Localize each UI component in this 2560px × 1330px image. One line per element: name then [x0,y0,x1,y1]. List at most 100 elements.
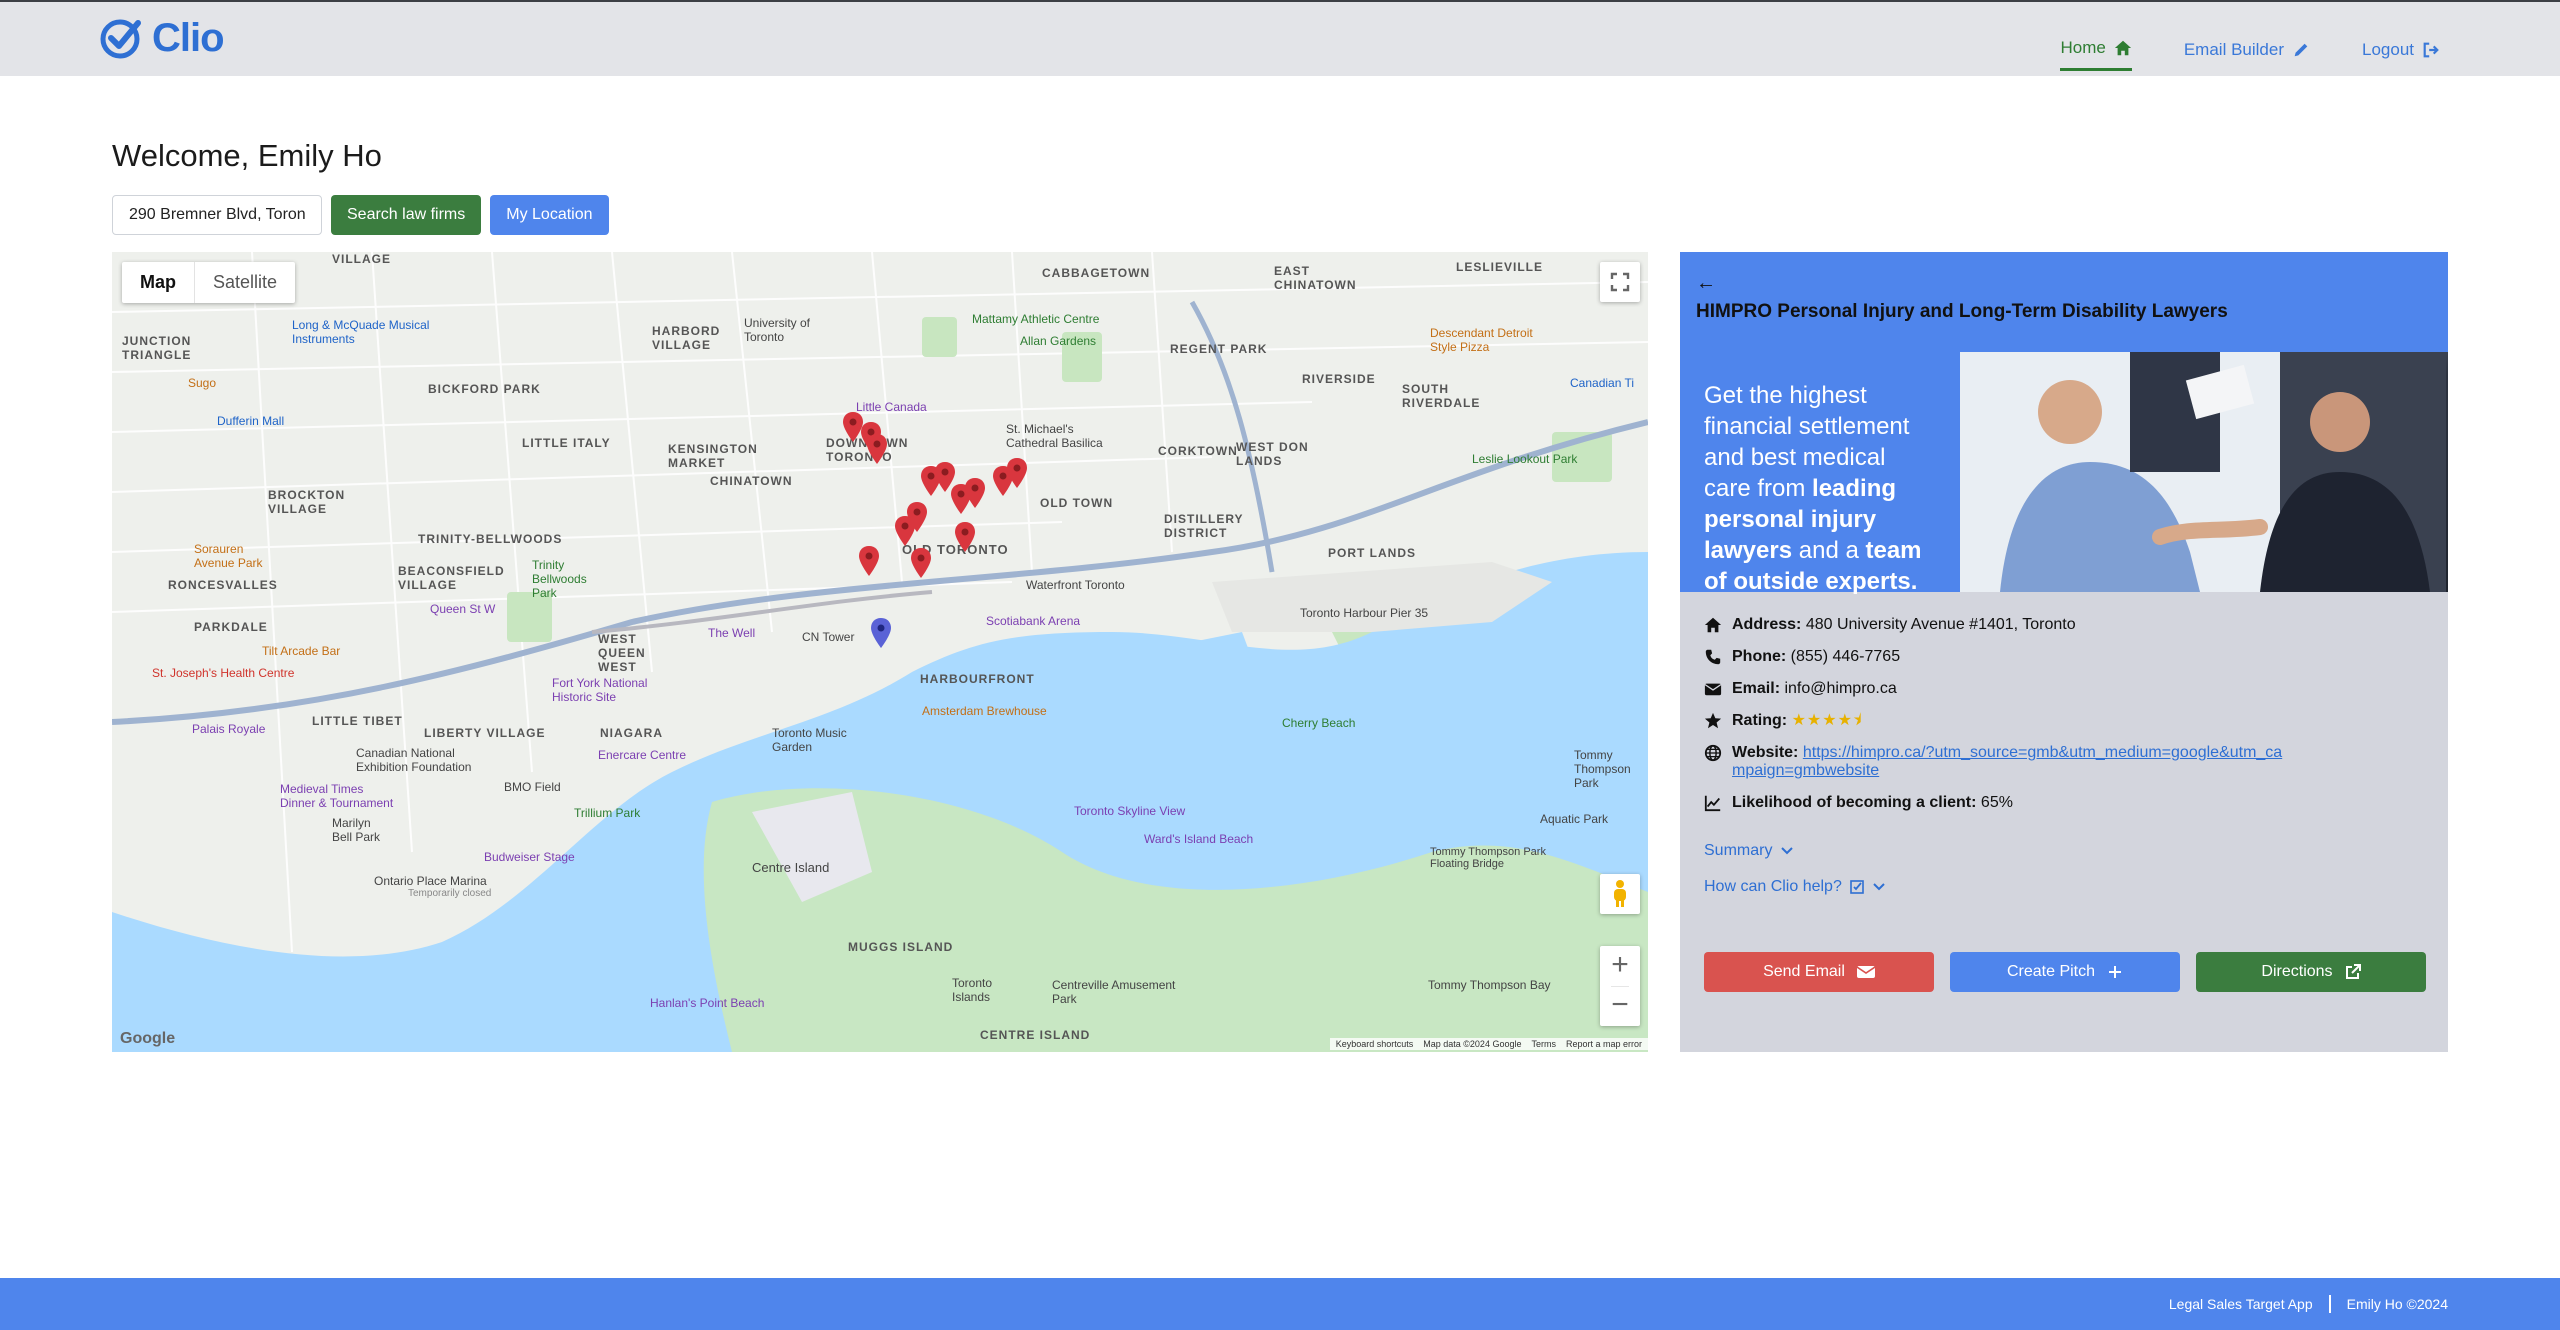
footer-content: Legal Sales Target App Emily Ho ©2024 [2169,1295,2448,1313]
map-label-trillium: Trillium Park [574,806,641,820]
map-label-toronto-islands: Toronto Islands [952,976,993,1004]
nav-links: Home Email Builder Logout [2060,38,2440,71]
law-firm-marker[interactable] [858,546,880,576]
map-type-control: Map Satellite [122,262,296,303]
map-label-riverside: RIVERSIDE [1302,372,1376,386]
clio-help-toggle[interactable]: How can Clio help? [1704,878,2424,896]
nav-email-builder[interactable]: Email Builder [2184,38,2310,71]
map-attribution: Keyboard shortcuts Map data ©2024 Google… [1329,1038,1648,1050]
pencil-icon [2294,43,2308,56]
create-pitch-button[interactable]: Create Pitch [1950,952,2180,992]
email-value: info@himpro.ca [1784,680,1897,697]
home-icon [2114,40,2131,56]
map-label-west-don: WEST DON LANDS [1236,440,1309,468]
map-label-canadian-tire: Canadian Ti [1570,376,1635,390]
rating-label: Rating: [1732,712,1788,729]
search-law-firms-button[interactable]: Search law firms [331,195,482,235]
map-label-bmo: BMO Field [504,780,561,794]
map-label-brockton: BROCKTON VILLAGE [268,488,346,516]
map-type-map-button[interactable]: Map [122,262,195,303]
map-label-uoft: University of Toronto [744,316,811,344]
website-row: Website: https://himpro.ca/?utm_source=g… [1704,744,2424,780]
map-label-cn-tower: CN Tower [802,630,855,644]
pegman-icon [1614,880,1626,907]
map-label-harbour-pier: Toronto Harbour Pier 35 [1300,606,1429,620]
map-label-chinatown: CHINATOWN [710,474,793,488]
address-value: 480 University Avenue #1401, Toronto [1805,616,2076,633]
map-label-hanlans: Hanlan's Point Beach [650,996,765,1010]
map-label-little-canada: Little Canada [856,400,927,414]
address-input[interactable] [112,195,322,235]
map-label-niagara: NIAGARA [600,726,663,740]
nav-home[interactable]: Home [2060,38,2132,71]
map-label-little-tibet: LITTLE TIBET [312,714,403,728]
chevron-down-icon [1873,883,1885,891]
fullscreen-button[interactable] [1600,262,1640,302]
map-label-centre-island: Centre Island [752,860,830,875]
street-view-pegman[interactable] [1600,874,1640,914]
search-row: Search law firms My Location [112,195,609,235]
footer-copyright: Emily Ho ©2024 [2346,1296,2448,1312]
external-link-icon [2345,964,2361,979]
map-label-centre-island-caps: CENTRE ISLAND [980,1028,1091,1042]
law-firm-marker[interactable] [964,478,986,508]
map-label-cherry-beach: Cherry Beach [1282,716,1356,730]
nav-email-builder-label: Email Builder [2183,39,2284,59]
zoom-control: + − [1600,946,1640,1026]
banner-text: Get the highest financial settlement and… [1680,352,1960,595]
back-arrow-icon[interactable]: ← [1696,272,2432,295]
map-label-sorauren: Sorauren Avenue Park [194,542,263,570]
rating-row: Rating: ★★★★⯨ [1704,712,2424,730]
map-view[interactable]: Map Satellite VILLAGE CABBAGETOWN EAST C… [112,252,1648,1052]
envelope-icon [1856,966,1875,978]
footer: Legal Sales Target App Emily Ho ©2024 [0,1278,2560,1330]
fullscreen-icon [1610,272,1630,292]
current-location-marker[interactable] [870,618,892,648]
email-row: Email: info@himpro.ca [1704,680,2424,698]
map-label-queen-st-w: Queen St W [430,602,496,616]
map-label-dufferin-mall: Dufferin Mall [217,414,285,428]
map-label-kensington: KENSINGTON MARKET [668,442,758,470]
map-label-trinity-bellwoods: TRINITY-BELLWOODS [418,532,563,546]
zoom-out-button[interactable]: − [1611,986,1629,1026]
map-label-cne: Canadian National Exhibition Foundation [356,746,472,774]
checkbox-icon [1850,880,1864,894]
law-firm-marker[interactable] [866,434,888,464]
nav-logout[interactable]: Logout [2362,38,2440,71]
law-firm-marker[interactable] [910,548,932,578]
report-error-link[interactable]: Report a map error [1566,1039,1642,1049]
send-email-button[interactable]: Send Email [1704,952,1934,992]
phone-icon [1705,649,1721,665]
map-label-junction-triangle: JUNCTION TRIANGLE [122,334,192,362]
map-label-the-well: The Well [708,626,756,640]
map-label-trinity-park: Trinity Bellwoods Park [532,558,587,600]
my-location-button[interactable]: My Location [490,195,609,235]
zoom-in-button[interactable]: + [1611,946,1629,986]
map-label-centreville: Centreville Amusement Park [1052,978,1176,1006]
law-firm-marker[interactable] [894,516,916,546]
globe-icon [1704,744,1722,762]
directions-button[interactable]: Directions [2196,952,2426,992]
map-label-budweiser: Budweiser Stage [484,850,575,864]
summary-toggle[interactable]: Summary [1704,842,2424,860]
map-type-satellite-button[interactable]: Satellite [195,262,295,303]
phone-value: (855) 446-7765 [1790,648,1901,665]
brand[interactable]: Clio [100,16,225,61]
terms-link[interactable]: Terms [1531,1039,1556,1049]
map-label-distillery: DISTILLERY DISTRICT [1164,512,1244,540]
firm-banner-image: Get the highest financial settlement and… [1680,352,2448,595]
address-row: Address: 480 University Avenue #1401, To… [1704,616,2424,634]
map-label-amsterdam: Amsterdam Brewhouse [922,704,1047,718]
law-firm-marker[interactable] [954,522,976,552]
keyboard-shortcuts-link[interactable]: Keyboard shortcuts [1336,1039,1414,1049]
logout-icon [2423,42,2439,57]
map-label-long-mcquade: Long & McQuade Musical Instruments [292,318,430,346]
map-label-bickford-park: BICKFORD PARK [428,382,541,396]
rating-stars: ★★★★⯨ [1791,712,1863,729]
google-logo: Google [120,1030,176,1047]
map-label-village: VILLAGE [332,252,392,266]
law-firm-marker[interactable] [1006,458,1028,488]
map-label-allan-gardens: Allan Gardens [1020,334,1097,348]
website-link[interactable]: https://himpro.ca/?utm_source=gmb&utm_me… [1732,744,2282,779]
map-label-ontario-place: Ontario Place Marina [374,874,487,888]
